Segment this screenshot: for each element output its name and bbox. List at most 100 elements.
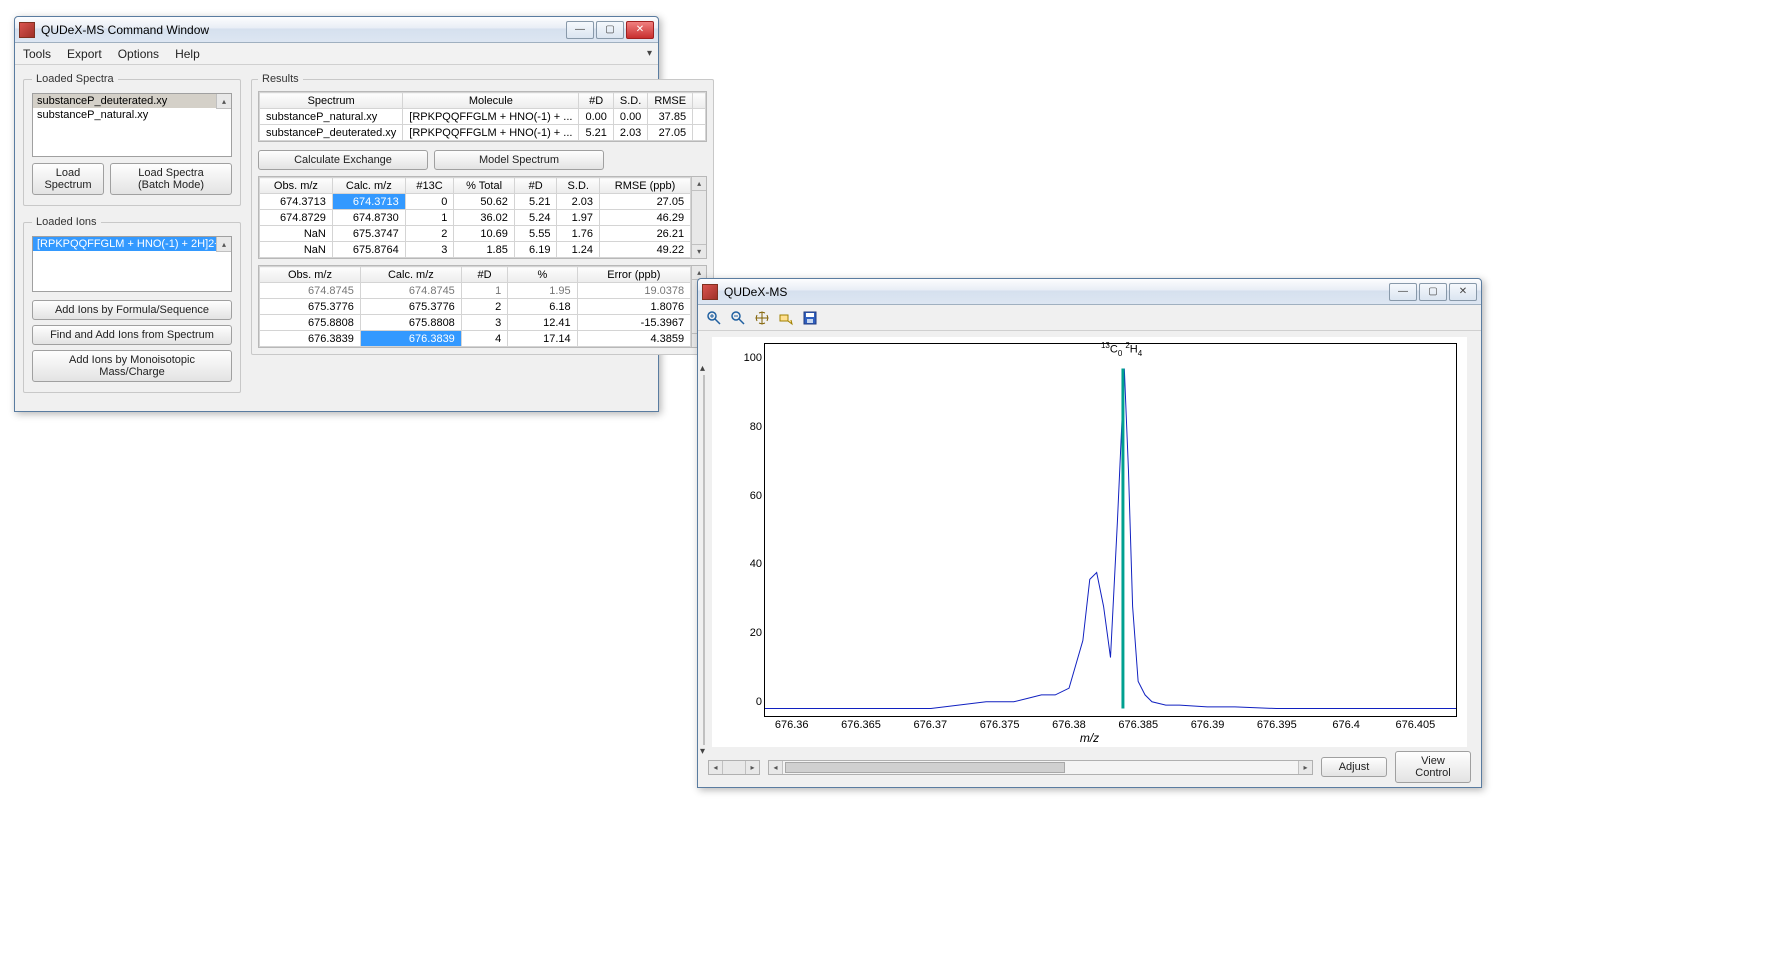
table-header-row: Obs. m/z Calc. m/z #13C % Total #D S.D. … [260,178,706,194]
col-spectrum[interactable]: Spectrum [260,93,403,109]
maximize-button[interactable]: ▢ [596,21,624,39]
mz-scrollbar[interactable]: ◂ ▸ [768,760,1313,775]
col-13c[interactable]: #13C [405,178,454,194]
x-tick: 676.405 [1396,719,1436,731]
x-tick: 676.36 [775,719,809,731]
list-item[interactable]: substanceP_natural.xy [33,108,231,122]
table-row[interactable]: 675.8808675.8808312.41-15.3967 [260,315,706,331]
table-row[interactable]: 674.8729674.8730136.025.241.9746.29 [260,210,706,226]
menu-expand-icon[interactable]: ▾ [647,48,652,59]
list-item[interactable]: [RPKPQQFFGLM + HNO(-1) + 2H]2+ [33,237,231,251]
col-pct[interactable]: % [508,267,577,283]
x-tick: 676.37 [913,719,947,731]
list-item[interactable]: substanceP_deuterated.xy [33,94,231,108]
nav-mini-scroll[interactable]: ◂ ▸ [708,760,760,775]
table-row[interactable]: NaN675.876431.856.191.2449.22 [260,242,706,258]
x-tick: 676.395 [1257,719,1297,731]
table-header-row: Spectrum Molecule #D S.D. RMSE [260,93,706,109]
table-row[interactable]: substanceP_deuterated.xy [RPKPQQFFGLM + … [260,125,706,141]
table-row[interactable]: 675.3776675.377626.181.8076 [260,299,706,315]
col-calc[interactable]: Calc. m/z [332,178,405,194]
menu-export[interactable]: Export [67,47,102,61]
loaded-spectra-list[interactable]: substanceP_deuterated.xy substanceP_natu… [32,93,232,157]
adjust-button[interactable]: Adjust [1321,757,1387,777]
add-ions-formula-button[interactable]: Add Ions by Formula/Sequence [32,300,232,320]
data-cursor-icon[interactable] [776,308,796,328]
titlebar[interactable]: QUDeX-MS — ▢ ✕ [698,279,1481,305]
scrollbar[interactable]: ▴ ▾ [691,177,706,258]
menu-tools[interactable]: Tools [23,47,51,61]
table-header-row: Obs. m/z Calc. m/z #D % Error (ppb) [260,267,706,283]
col-molecule[interactable]: Molecule [403,93,579,109]
scrollbar-thumb[interactable] [785,762,1065,773]
loaded-spectra-legend: Loaded Spectra [32,73,118,85]
table-row[interactable]: 674.8745674.874511.9519.0378 [260,283,706,299]
col-nd[interactable]: #D [514,178,557,194]
find-add-ions-button[interactable]: Find and Add Ions from Spectrum [32,325,232,345]
scroll-right-icon[interactable]: ▸ [745,761,759,774]
scroll-right-icon[interactable]: ▸ [1298,761,1312,774]
col-calc[interactable]: Calc. m/z [360,267,461,283]
intensity-slider[interactable]: ▴ ▾ [698,367,710,753]
table-row[interactable]: 676.3839676.3839417.144.3859 [260,331,706,347]
col-obs[interactable]: Obs. m/z [260,178,333,194]
menu-options[interactable]: Options [118,47,159,61]
col-sd[interactable]: S.D. [613,93,647,109]
x-tick: 676.38 [1052,719,1086,731]
peak-annotation: 13C0 2H4 [1101,341,1142,358]
x-tick: 676.385 [1118,719,1158,731]
y-tick: 0 [756,696,762,708]
x-tick: 676.365 [841,719,881,731]
menu-help[interactable]: Help [175,47,200,61]
load-spectra-batch-button[interactable]: Load Spectra (Batch Mode) [110,163,232,195]
spectrum-plot[interactable]: 020406080100 676.36676.365676.37676.3756… [712,337,1467,747]
slider-up-icon[interactable]: ▴ [700,363,705,374]
zoom-out-icon[interactable] [728,308,748,328]
scroll-up-icon[interactable]: ▴ [692,177,706,191]
plot-frame [764,343,1457,717]
col-sd[interactable]: S.D. [557,178,600,194]
y-tick: 20 [750,627,762,639]
titlebar[interactable]: QUDeX-MS Command Window — ▢ ✕ [15,17,658,43]
close-button[interactable]: ✕ [626,21,654,39]
calculate-exchange-button[interactable]: Calculate Exchange [258,150,428,170]
loaded-ions-group: Loaded Ions [RPKPQQFFGLM + HNO(-1) + 2H]… [23,216,241,393]
results-table[interactable]: Spectrum Molecule #D S.D. RMSE substance… [259,92,706,141]
table-row[interactable]: substanceP_natural.xy [RPKPQQFFGLM + HNO… [260,109,706,125]
close-button[interactable]: ✕ [1449,283,1477,301]
minimize-button[interactable]: — [566,21,594,39]
table-row[interactable]: NaN675.3747210.695.551.7626.21 [260,226,706,242]
model-spectrum-button[interactable]: Model Spectrum [434,150,604,170]
minimize-button[interactable]: — [1389,283,1417,301]
app-icon [702,284,718,300]
col-rmse[interactable]: RMSE [648,93,693,109]
col-nd[interactable]: #D [579,93,613,109]
maximize-button[interactable]: ▢ [1419,283,1447,301]
menubar: Tools Export Options Help ▾ [15,43,658,65]
col-pct[interactable]: % Total [454,178,514,194]
view-control-button[interactable]: View Control [1395,751,1471,783]
save-icon[interactable] [800,308,820,328]
zoom-in-icon[interactable] [704,308,724,328]
col-nd[interactable]: #D [461,267,507,283]
scroll-down-icon[interactable]: ▾ [692,244,706,258]
peak-table[interactable]: Obs. m/z Calc. m/z #D % Error (ppb) 674.… [259,266,706,347]
x-tick: 676.39 [1191,719,1225,731]
scroll-left-icon[interactable]: ◂ [769,761,783,774]
results-legend: Results [258,73,303,85]
add-ions-mass-button[interactable]: Add Ions by Monoisotopic Mass/Charge [32,350,232,382]
loaded-ions-list[interactable]: [RPKPQQFFGLM + HNO(-1) + 2H]2+ ▴ [32,236,232,292]
slider-down-icon[interactable]: ▾ [700,746,705,757]
scroll-up-icon[interactable]: ▴ [216,237,231,252]
table-row[interactable]: 674.3713674.3713050.625.212.0327.05 [260,194,706,210]
col-obs[interactable]: Obs. m/z [260,267,361,283]
col-rmse[interactable]: RMSE (ppb) [600,178,691,194]
isotope-table[interactable]: Obs. m/z Calc. m/z #13C % Total #D S.D. … [259,177,706,258]
col-err[interactable]: Error (ppb) [577,267,690,283]
scroll-left-icon[interactable]: ◂ [709,761,723,774]
scroll-up-icon[interactable]: ▴ [216,94,231,109]
load-spectrum-button[interactable]: Load Spectrum [32,163,104,195]
pan-icon[interactable] [752,308,772,328]
figure-toolbar [698,305,1481,331]
results-group: Results Spectrum Molecule #D S.D. RMSE s… [251,73,714,355]
